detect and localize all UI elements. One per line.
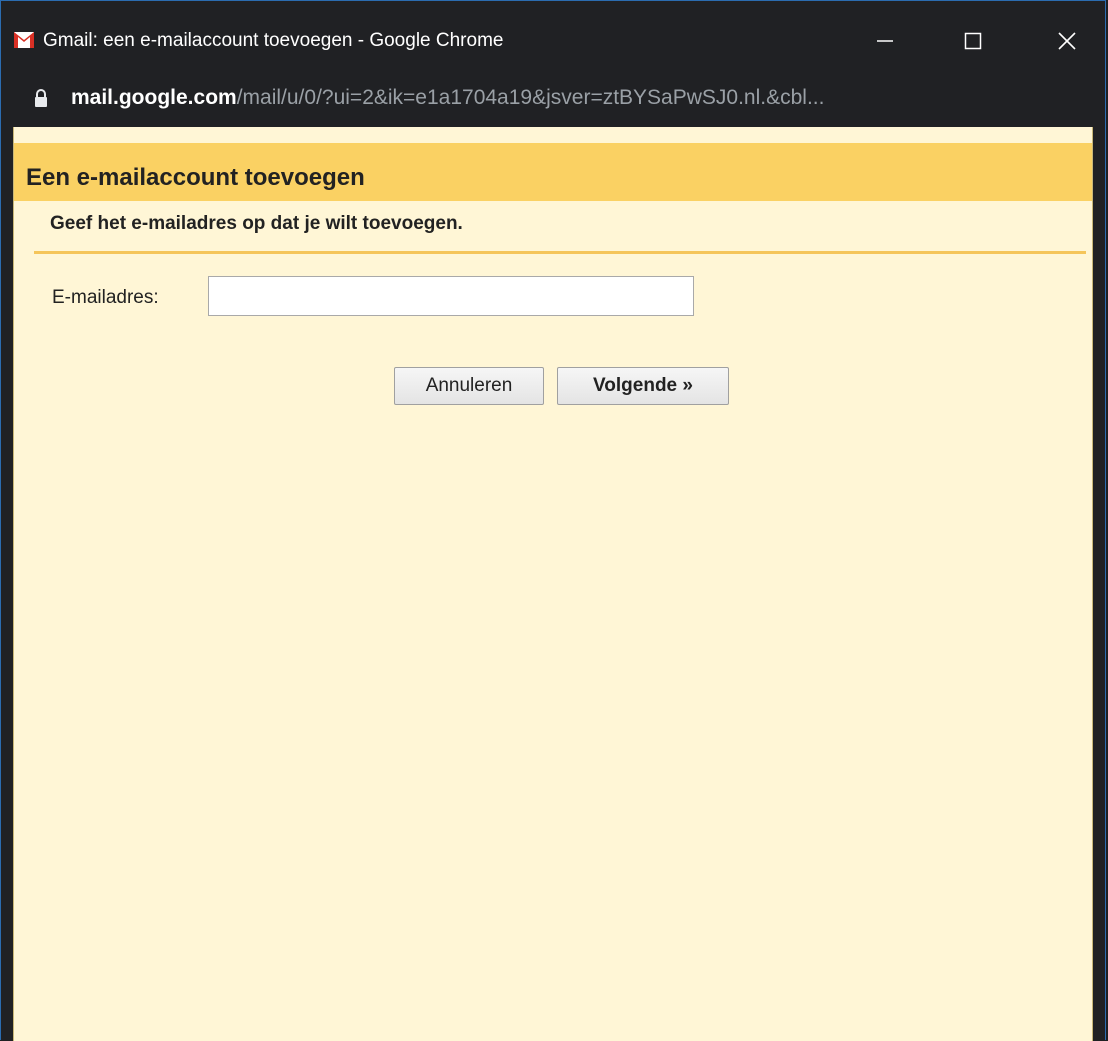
browser-window: Gmail: een e-mailaccount toevoegen - Goo… [0, 0, 1106, 1041]
title-bar[interactable]: Gmail: een e-mailaccount toevoegen - Goo… [1, 1, 1105, 79]
maximize-icon [964, 32, 982, 50]
lock-icon [35, 89, 47, 107]
instruction-text: Geef het e-mailadres op dat je wilt toev… [50, 213, 463, 234]
url-host: mail.google.com [71, 86, 237, 109]
email-input[interactable] [208, 276, 694, 316]
close-icon [1058, 32, 1076, 50]
close-button[interactable] [1037, 19, 1097, 63]
url-path: /mail/u/0/?ui=2&ik=e1a1704a19&jsver=ztBY… [236, 86, 825, 109]
url-text[interactable]: mail.google.com/mail/u/0/?ui=2&ik=e1a170… [71, 86, 824, 110]
dialog-content: Een e-mailaccount toevoegen Geef het e-m… [13, 127, 1093, 1041]
next-button[interactable]: Volgende » [557, 367, 729, 405]
gmail-icon [14, 32, 34, 48]
minimize-icon [877, 40, 893, 42]
maximize-button[interactable] [943, 19, 1003, 63]
window-title: Gmail: een e-mailaccount toevoegen - Goo… [43, 30, 504, 51]
divider [34, 251, 1086, 254]
dialog-header: Een e-mailaccount toevoegen [14, 143, 1092, 201]
dialog-title: Een e-mailaccount toevoegen [26, 164, 365, 191]
cancel-button[interactable]: Annuleren [394, 367, 544, 405]
minimize-button[interactable] [855, 19, 915, 63]
email-label: E-mailadres: [52, 287, 159, 308]
